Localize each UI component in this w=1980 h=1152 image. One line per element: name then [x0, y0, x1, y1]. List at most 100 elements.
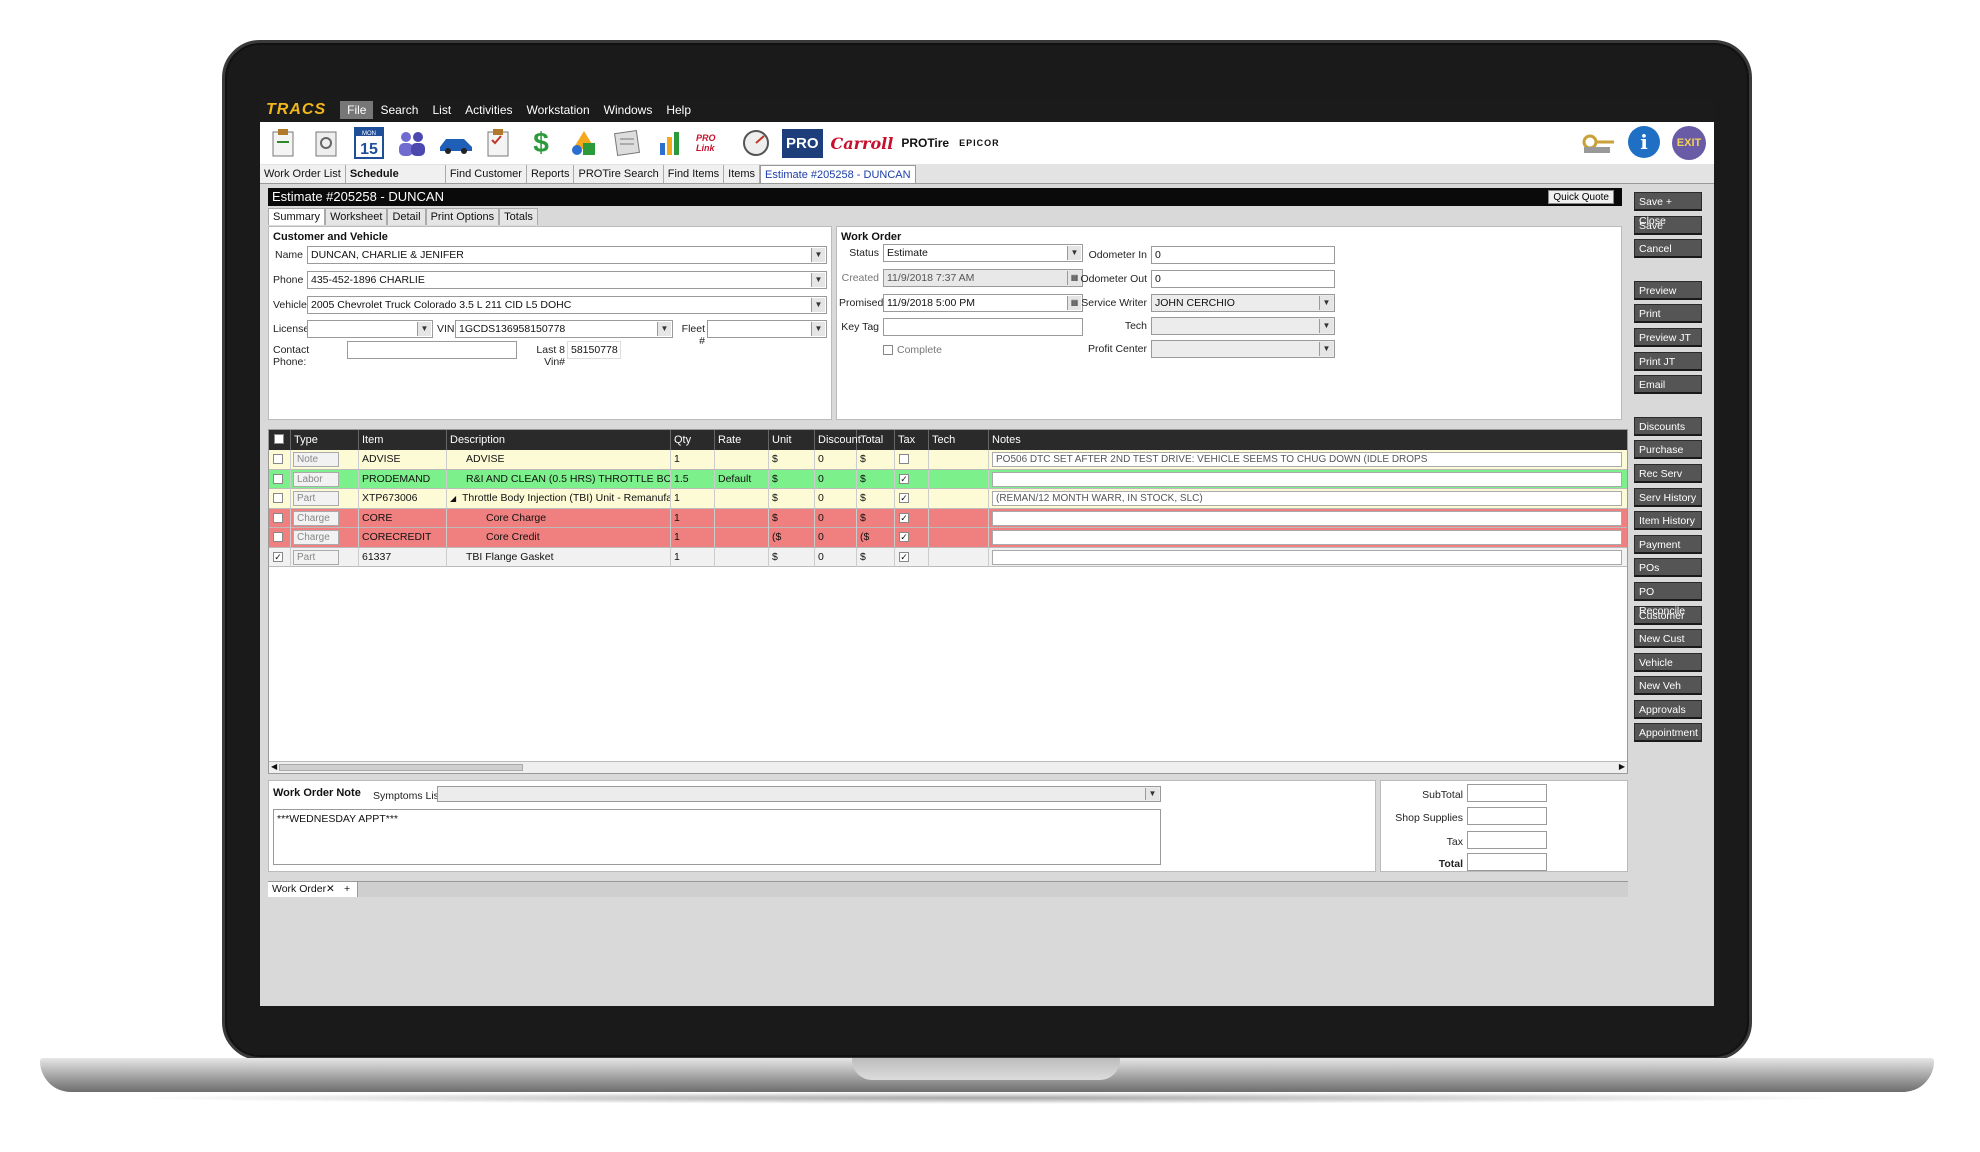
expand-triangle-icon[interactable]: ◢ — [450, 489, 462, 508]
tax-checkbox[interactable]: ✓ — [899, 532, 909, 542]
type-dropdown[interactable]: Labor — [293, 471, 339, 487]
header-discount[interactable]: Discount — [815, 430, 861, 450]
pro-logo[interactable]: PRO — [782, 128, 823, 158]
protire-logo[interactable]: PROTire — [901, 136, 949, 150]
tab-items[interactable]: Items — [724, 165, 761, 183]
gauge-icon[interactable] — [739, 126, 773, 160]
header-total[interactable]: Total — [857, 430, 895, 450]
cancel-button[interactable]: Cancel — [1634, 239, 1702, 259]
subtab-worksheet[interactable]: Worksheet — [325, 208, 388, 225]
tax-checkbox[interactable]: ✓ — [899, 493, 909, 503]
tech-field[interactable]: ▼ — [1151, 317, 1335, 335]
odometer-out-field[interactable]: 0 — [1151, 270, 1335, 288]
vehicle-field[interactable]: 2005 Chevrolet Truck Colorado 3.5 L 211 … — [307, 296, 827, 314]
print-button[interactable]: Print — [1634, 304, 1702, 324]
header-item[interactable]: Item — [359, 430, 447, 450]
subtab-summary[interactable]: Summary — [268, 208, 326, 225]
tax-checkbox[interactable]: ✓ — [899, 512, 909, 523]
type-dropdown[interactable]: Part — [293, 491, 339, 506]
preview-jt-button[interactable]: Preview JT — [1634, 327, 1702, 347]
prolink-icon[interactable]: PRO Link — [696, 126, 730, 160]
tab-estimate[interactable]: Estimate #205258 - DUNCAN — [760, 165, 916, 183]
print-jt-button[interactable]: Print JT — [1634, 351, 1702, 371]
tech-cell[interactable] — [929, 508, 989, 528]
chevron-down-icon[interactable]: ▼ — [811, 248, 825, 262]
notes-field[interactable] — [992, 530, 1622, 545]
scroll-left-icon[interactable]: ◀ — [271, 762, 277, 771]
table-row[interactable]: ✓ Part 61337 TBI Flange Gasket 1 $0 $ ✓ — [269, 547, 1627, 567]
quick-quote-button[interactable]: Quick Quote — [1548, 190, 1614, 204]
table-row[interactable]: Labor PRODEMAND R&I AND CLEAN (0.5 HRS) TH… — [269, 469, 1627, 489]
item-history-button[interactable]: Item History — [1634, 511, 1702, 531]
notes-field[interactable] — [992, 471, 1622, 487]
add-tab-icon[interactable]: + — [344, 882, 350, 897]
new-cust-button[interactable]: New Cust — [1634, 629, 1702, 649]
save-button[interactable]: Save — [1634, 215, 1702, 235]
menu-list[interactable]: List — [425, 101, 458, 119]
profit-center-field[interactable]: ▼ — [1151, 340, 1335, 358]
approvals-button[interactable]: Approvals — [1634, 699, 1702, 719]
menu-workstation[interactable]: Workstation — [520, 101, 597, 119]
checklist-icon[interactable] — [481, 126, 515, 160]
notes-field[interactable] — [992, 510, 1622, 526]
row-checkbox[interactable] — [273, 473, 283, 484]
header-rate[interactable]: Rate — [715, 430, 769, 450]
chevron-down-icon[interactable]: ▼ — [1319, 342, 1333, 356]
notes-field[interactable] — [992, 549, 1622, 565]
qty-cell[interactable]: 1 — [671, 547, 715, 567]
chevron-down-icon[interactable]: ▼ — [1319, 319, 1333, 333]
table-row[interactable]: Charge CORECREDIT Core Credit 1 ($ 0 ($ ✓ — [269, 528, 1627, 548]
tab-schedule[interactable]: Schedule — [345, 165, 446, 183]
subtab-print-options[interactable]: Print Options — [425, 208, 500, 225]
tab-work-order-list[interactable]: Work Order List — [260, 165, 346, 183]
row-checkbox[interactable] — [273, 532, 283, 542]
chevron-down-icon[interactable]: ▼ — [657, 322, 671, 336]
epicor-logo[interactable]: EPICOR — [959, 138, 1000, 148]
tax-checkbox[interactable]: ✓ — [899, 551, 909, 562]
scrollbar-thumb[interactable] — [279, 764, 523, 771]
tech-cell[interactable] — [929, 489, 989, 508]
header-description[interactable]: Description — [447, 430, 671, 450]
chevron-down-icon[interactable]: ▼ — [417, 322, 431, 336]
horizontal-scrollbar[interactable]: ◀ ▶ — [269, 761, 1627, 773]
email-button[interactable]: Email — [1634, 375, 1702, 395]
info-icon[interactable]: i — [1628, 126, 1660, 158]
work-order-note-textarea[interactable]: ***WEDNESDAY APPT*** — [273, 809, 1161, 865]
type-dropdown[interactable]: Part — [293, 549, 339, 565]
service-writer-field[interactable]: JOHN CERCHIO ▼ — [1151, 294, 1335, 312]
row-checkbox[interactable]: ✓ — [273, 551, 283, 562]
chevron-down-icon[interactable]: ▼ — [1067, 246, 1081, 260]
tab-reports[interactable]: Reports — [526, 165, 575, 183]
menu-search[interactable]: Search — [373, 101, 425, 119]
type-dropdown[interactable]: Note — [293, 452, 339, 467]
tax-checkbox[interactable] — [899, 454, 909, 464]
new-veh-button[interactable]: New Veh — [1634, 676, 1702, 696]
header-notes[interactable]: Notes — [989, 430, 1627, 450]
menu-file[interactable]: File — [340, 101, 374, 119]
symptoms-list-dropdown[interactable]: ▼ — [437, 786, 1161, 802]
purchase-button[interactable]: Purchase — [1634, 440, 1702, 460]
rate-cell[interactable] — [715, 528, 769, 547]
header-type[interactable]: Type — [291, 430, 359, 450]
rate-cell[interactable] — [715, 508, 769, 528]
chevron-down-icon[interactable]: ▼ — [1145, 788, 1159, 800]
row-checkbox[interactable] — [273, 493, 283, 503]
fleet-field[interactable]: ▼ — [707, 320, 827, 338]
rate-cell[interactable]: Default — [715, 469, 769, 489]
serv-history-button[interactable]: Serv History — [1634, 487, 1702, 507]
qty-cell[interactable]: 1 — [671, 508, 715, 528]
rate-cell[interactable] — [715, 547, 769, 567]
notes-field[interactable]: PO506 DTC SET AFTER 2ND TEST DRIVE: VEHI… — [992, 452, 1622, 467]
tab-protire-search[interactable]: PROTire Search — [574, 165, 664, 183]
tech-cell[interactable] — [929, 547, 989, 567]
preview-button[interactable]: Preview — [1634, 280, 1702, 300]
close-icon[interactable]: ✕ — [326, 882, 335, 897]
menu-windows[interactable]: Windows — [597, 101, 660, 119]
discounts-button[interactable]: Discounts — [1634, 416, 1702, 436]
vehicle-button[interactable]: Vehicle — [1634, 652, 1702, 672]
dollar-icon[interactable]: $ — [524, 126, 558, 160]
table-row[interactable]: Part XTP673006 ◢ Throttle Body Injection (T… — [269, 489, 1627, 509]
pos-button[interactable]: POs — [1634, 558, 1702, 578]
tech-cell[interactable] — [929, 528, 989, 547]
bar-chart-icon[interactable] — [653, 126, 687, 160]
